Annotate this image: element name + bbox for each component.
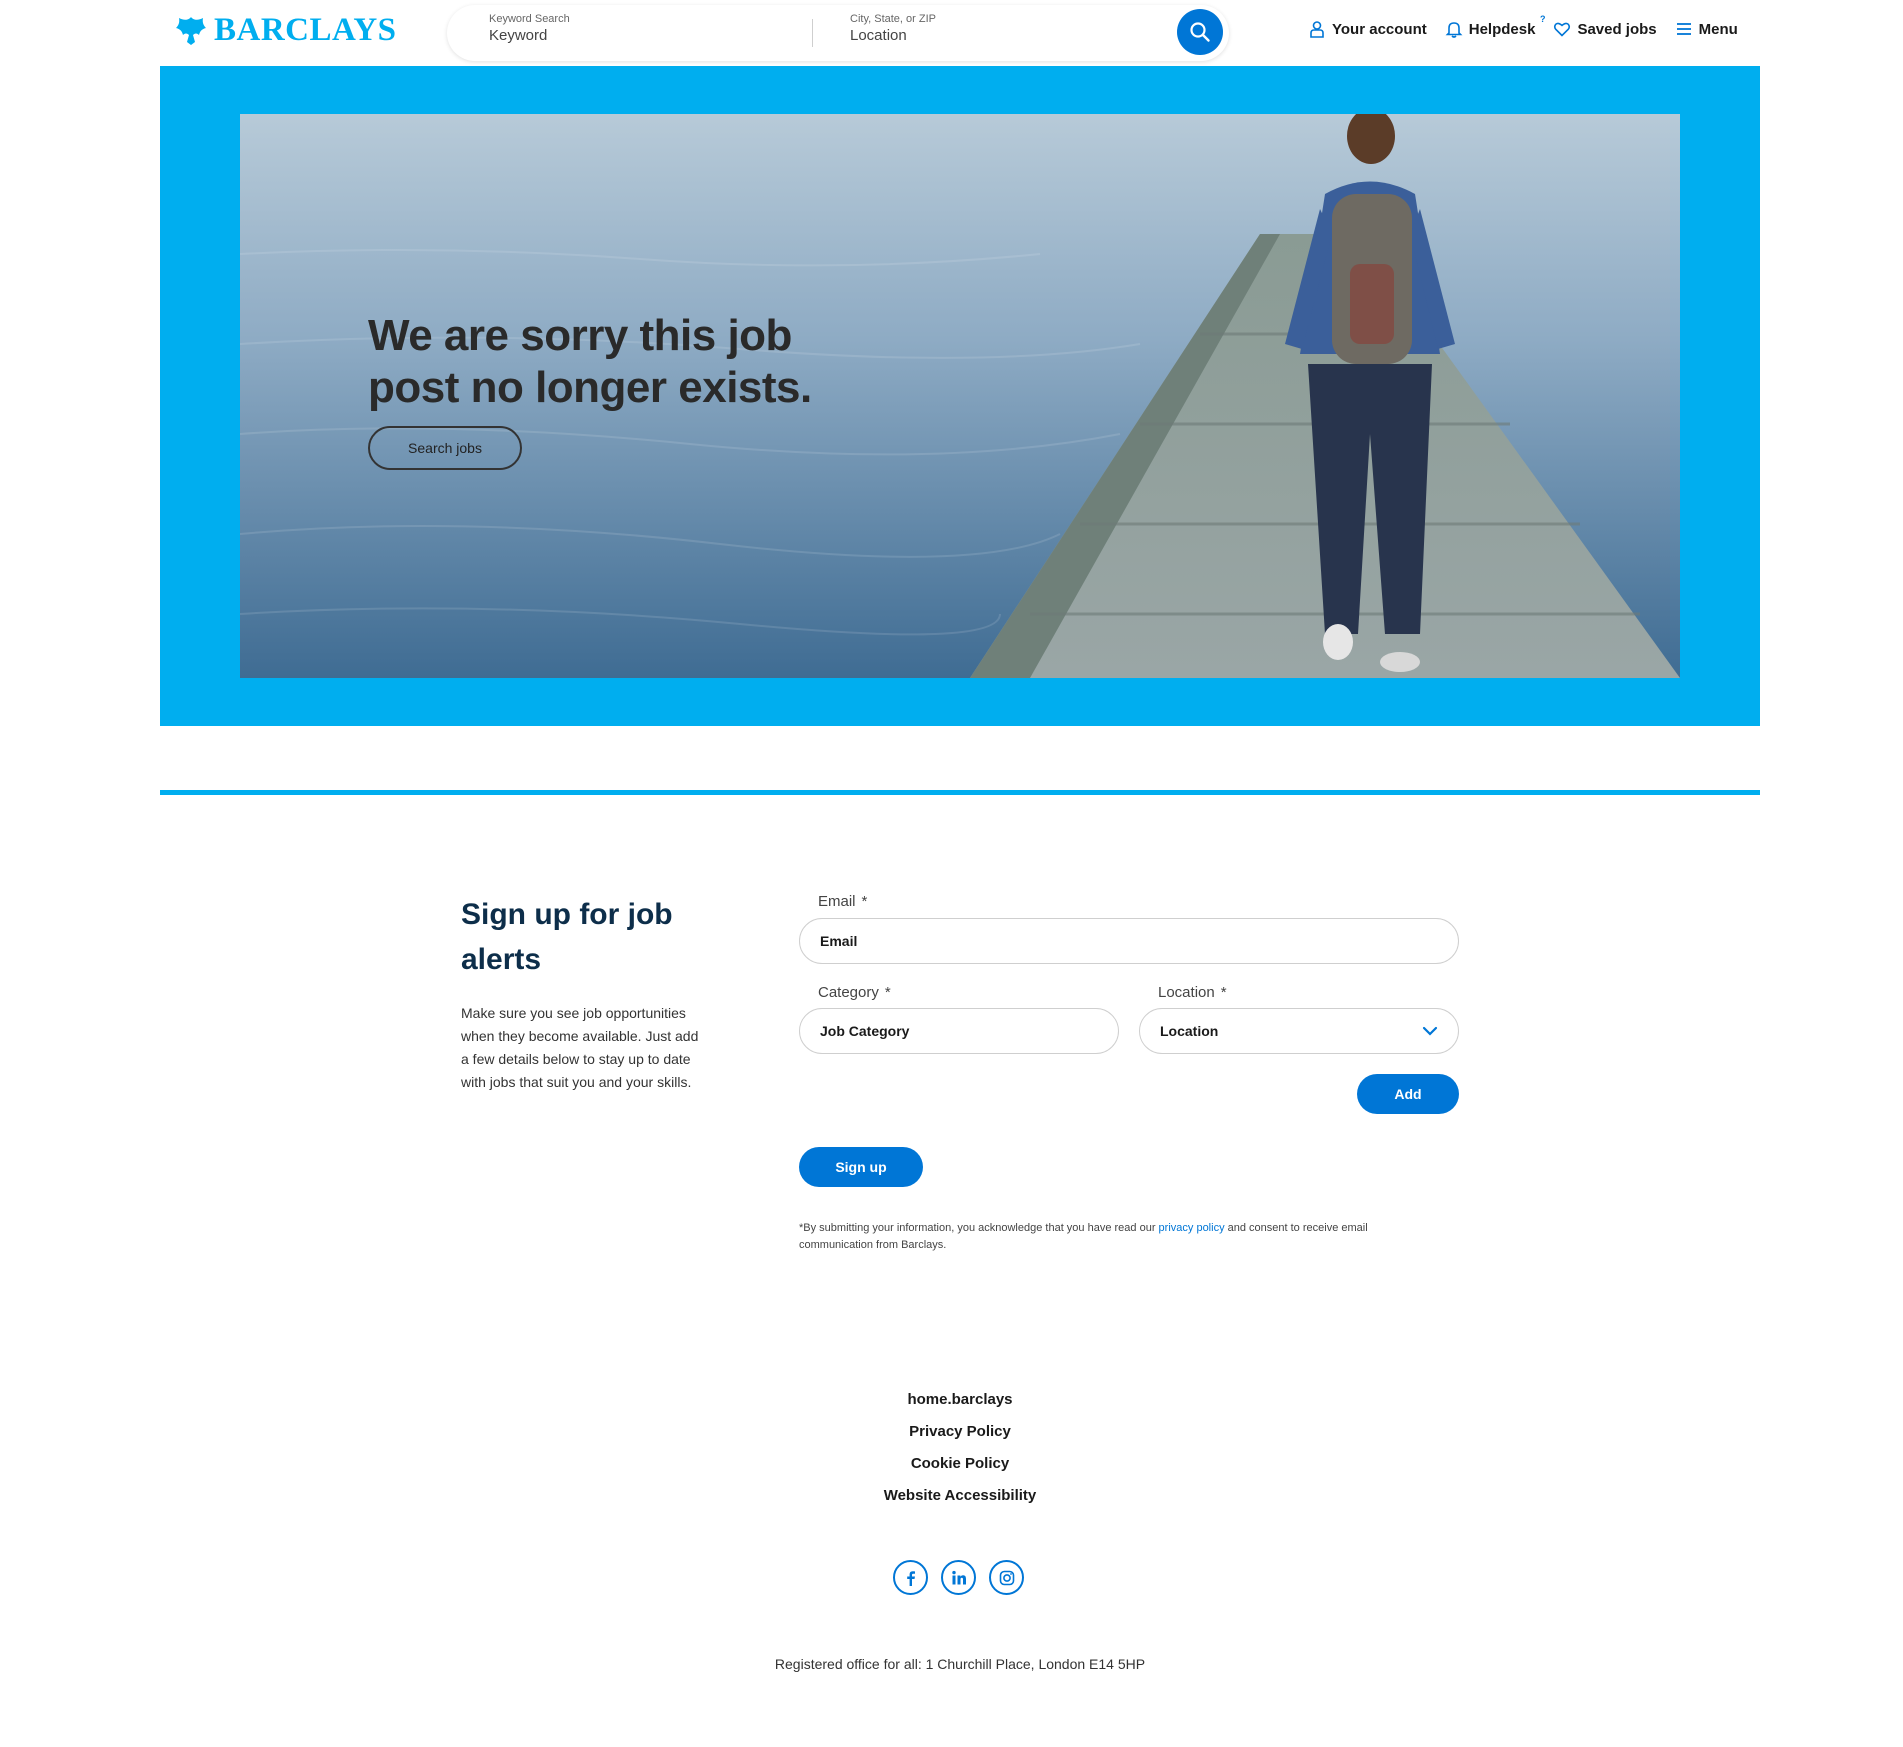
your-account-label: Your account [1332, 20, 1427, 38]
facebook-icon [906, 1570, 915, 1586]
site-header: BARCLAYS Keyword Search City, State, or … [0, 0, 1903, 64]
keyword-search-field: Keyword Search [489, 13, 789, 45]
heart-icon [1554, 22, 1571, 37]
section-divider [160, 790, 1760, 795]
hero-banner: We are sorry this job post no longer exi… [160, 66, 1760, 726]
category-label-text: Category [818, 984, 879, 1001]
keyword-search-label: Keyword Search [489, 13, 570, 25]
search-divider [812, 19, 813, 47]
facebook-link[interactable] [893, 1560, 928, 1595]
search-button[interactable] [1177, 9, 1223, 55]
instagram-icon [999, 1570, 1014, 1585]
saved-jobs-link[interactable]: Saved jobs [1553, 20, 1657, 38]
job-search-bar: Keyword Search City, State, or ZIP [447, 5, 1229, 61]
search-icon [1190, 22, 1210, 42]
category-label: Category * [818, 984, 891, 1001]
location-label: Location * [1158, 984, 1227, 1001]
chevron-down-icon [1422, 1026, 1438, 1036]
privacy-policy-link[interactable]: privacy policy [1159, 1222, 1225, 1234]
category-required-mark: * [884, 984, 891, 1001]
email-required-mark: * [861, 893, 868, 910]
helpdesk-link[interactable]: Helpdesk ? [1445, 14, 1545, 38]
barclays-logo[interactable]: BARCLAYS [174, 12, 397, 49]
linkedin-link[interactable] [941, 1560, 976, 1595]
footer-link-accessibility[interactable]: Website Accessibility [800, 1480, 1120, 1512]
sign-up-button[interactable]: Sign up [799, 1147, 923, 1187]
footer-link-home[interactable]: home.barclays [800, 1384, 1120, 1416]
keyword-input[interactable] [489, 27, 789, 44]
email-label: Email * [818, 893, 867, 910]
search-jobs-button[interactable]: Search jobs [368, 426, 522, 470]
social-links [893, 1560, 1024, 1595]
menu-button[interactable]: Menu [1675, 20, 1738, 38]
footer-link-privacy[interactable]: Privacy Policy [800, 1416, 1120, 1448]
location-select[interactable]: Location [1139, 1008, 1459, 1054]
location-select-value: Location [1160, 1023, 1219, 1039]
user-icon [1310, 21, 1324, 38]
legal-notice: *By submitting your information, you ack… [799, 1220, 1419, 1254]
saved-jobs-label: Saved jobs [1577, 20, 1657, 38]
footer-links: home.barclays Privacy Policy Cookie Poli… [800, 1384, 1120, 1512]
location-search-field: City, State, or ZIP [850, 13, 1150, 45]
email-placeholder: Email [820, 933, 858, 949]
legal-prefix: *By submitting your information, you ack… [799, 1222, 1159, 1234]
location-required-mark: * [1220, 984, 1227, 1001]
category-placeholder: Job Category [820, 1023, 910, 1039]
your-account-link[interactable]: Your account [1308, 20, 1427, 38]
location-search-label: City, State, or ZIP [850, 13, 936, 25]
signup-heading: Sign up for job alerts [461, 898, 673, 976]
instagram-link[interactable] [989, 1560, 1024, 1595]
helpdesk-label: Helpdesk [1468, 20, 1536, 38]
logo-text: BARCLAYS [214, 12, 397, 48]
signup-description: Make sure you see job opportunities when… [461, 1005, 699, 1090]
header-nav: Your account Helpdesk ? Saved jobs Menu [1308, 14, 1738, 38]
location-input[interactable] [850, 27, 1150, 44]
hero-image: We are sorry this job post no longer exi… [240, 114, 1680, 678]
add-button[interactable]: Add [1357, 1074, 1459, 1114]
location-label-text: Location [1158, 984, 1215, 1001]
linkedin-icon [951, 1570, 966, 1584]
eagle-icon [176, 16, 206, 45]
page: BARCLAYS Keyword Search City, State, or … [0, 0, 1903, 1747]
registered-office-text: Registered office for all: 1 Churchill P… [774, 1656, 1146, 1672]
category-field[interactable]: Job Category [799, 1008, 1119, 1054]
email-field[interactable]: Email [799, 918, 1459, 964]
email-label-text: Email [818, 893, 856, 910]
hamburger-icon [1676, 23, 1691, 35]
footer-link-cookie[interactable]: Cookie Policy [800, 1448, 1120, 1480]
bell-icon [1445, 22, 1463, 38]
menu-label: Menu [1698, 20, 1738, 38]
hero-heading: We are sorry this job post no longer exi… [368, 311, 812, 412]
helpdesk-badge: ? [1539, 14, 1546, 24]
